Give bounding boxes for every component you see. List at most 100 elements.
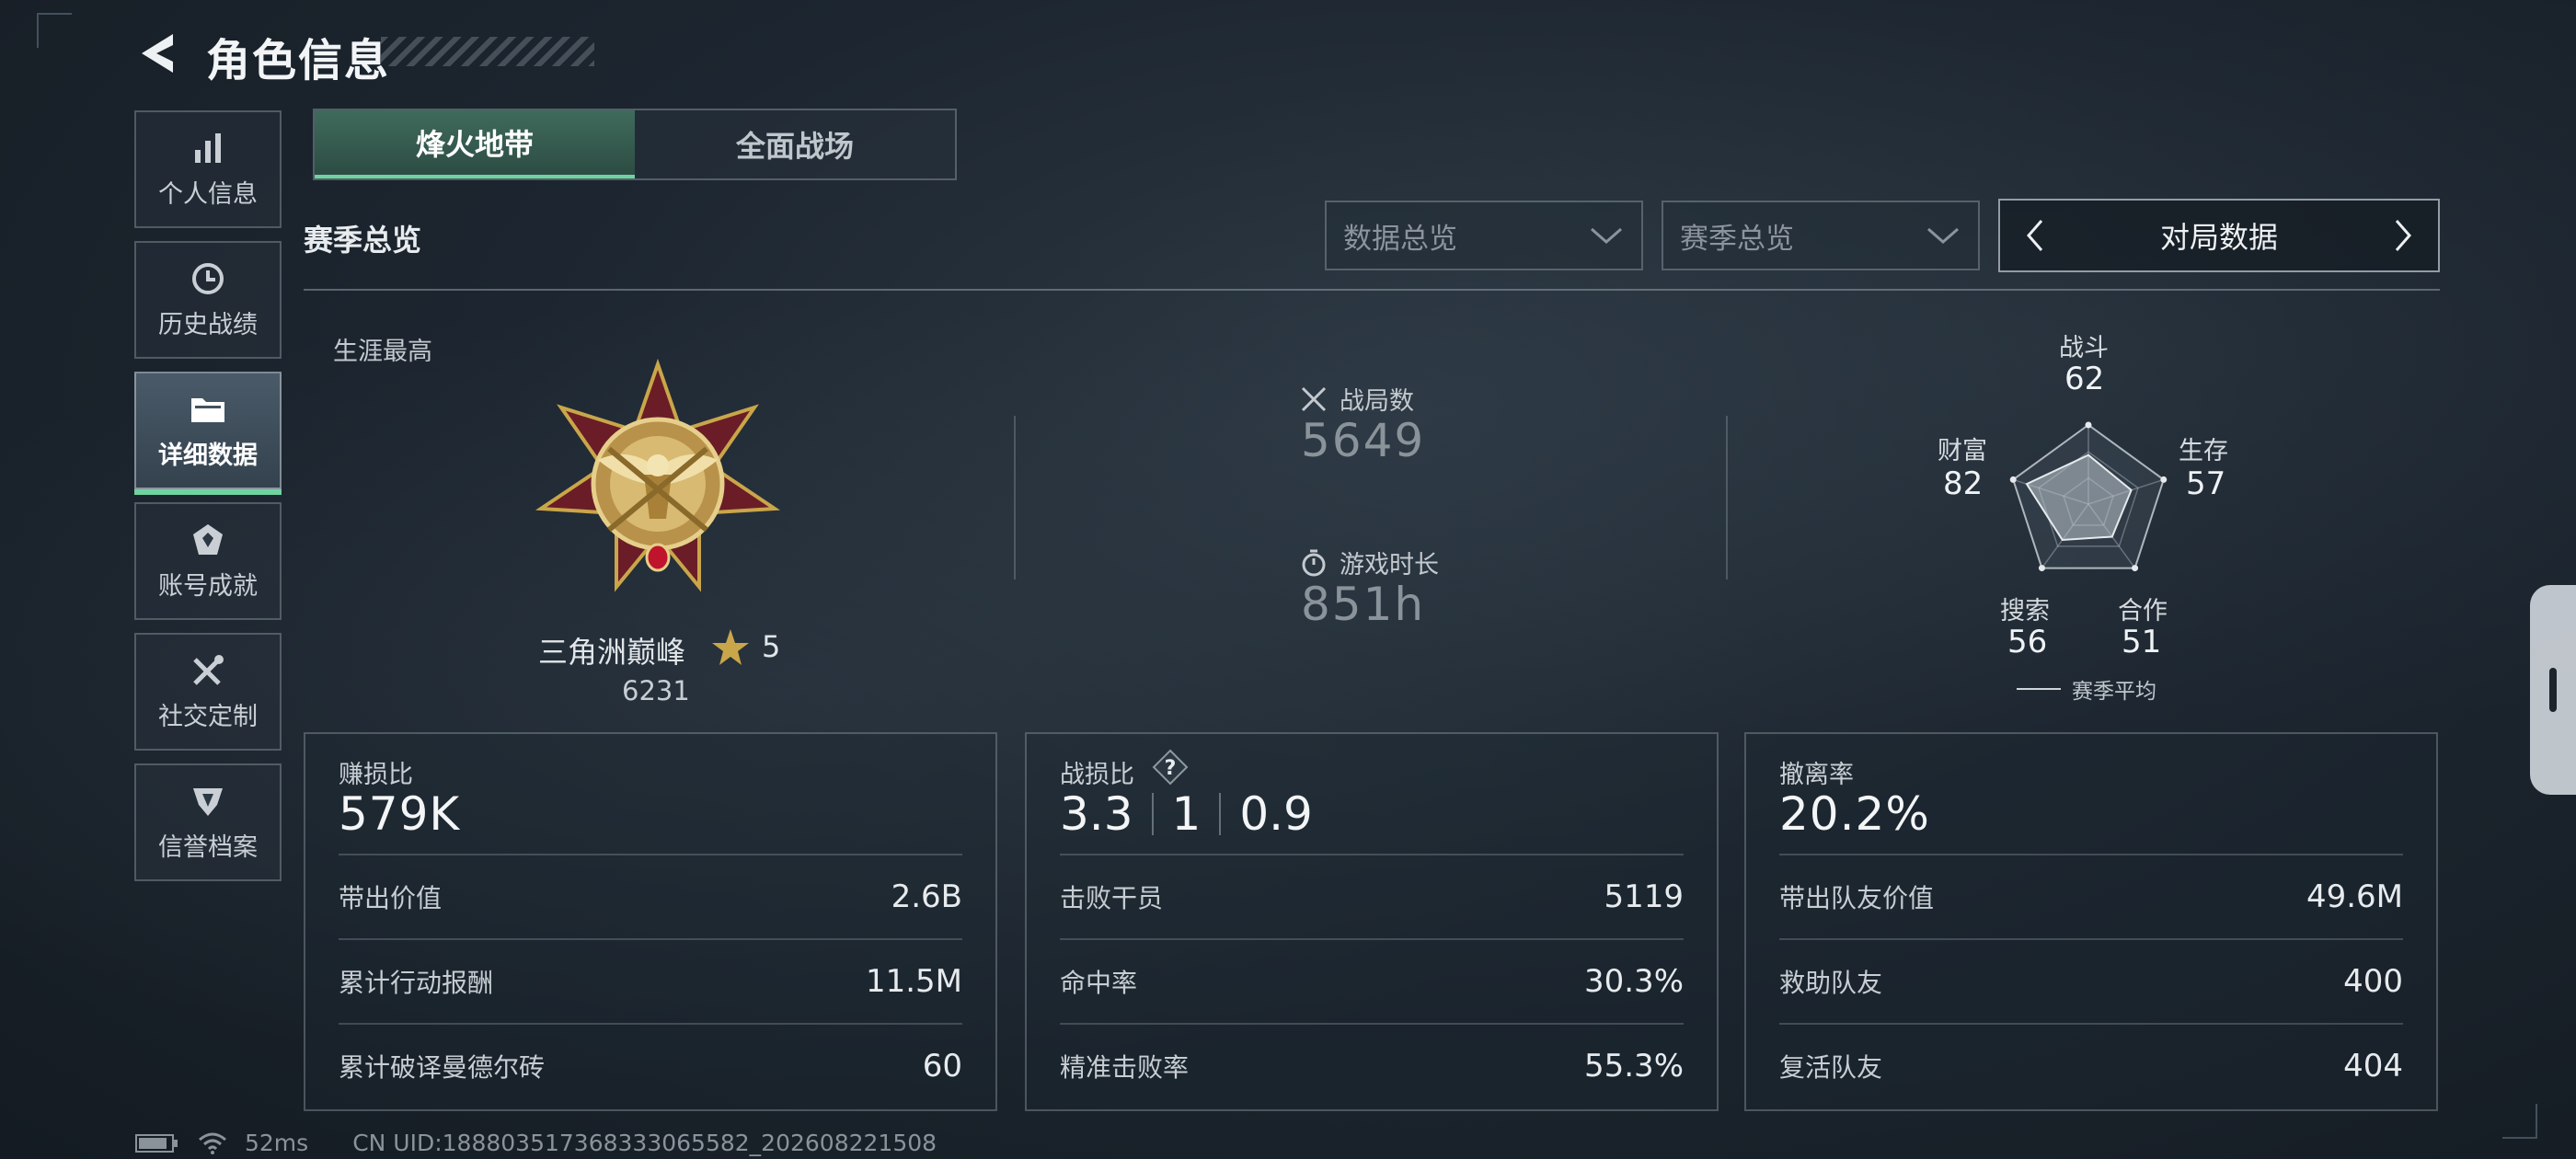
playtime-label: 游戏时长 (1340, 551, 1439, 580)
rank-name: 三角洲巅峰 (538, 635, 686, 670)
status-bar: 52ms CN UID:18880351736833306558​2_20260… (134, 1130, 937, 1156)
rank-level: 5 (762, 629, 781, 664)
sidebar-item-history[interactable]: 历史战绩 (134, 241, 282, 359)
row-key: 带出价值 (339, 883, 443, 913)
list-item: 救助队友 400 (1779, 938, 2403, 1023)
card-value: 20.2% (1779, 787, 1930, 841)
row-key: 救助队友 (1779, 968, 1883, 998)
legend-line (2017, 688, 2061, 690)
list-item: 精准击败率 55.3% (1060, 1023, 1684, 1107)
achievement-icon (193, 523, 223, 555)
card-label: 战损比 (1060, 761, 1134, 789)
radar-vertex (2038, 565, 2045, 572)
card-value: 579K (339, 787, 461, 841)
card-label: 撤离率 (1779, 761, 1854, 789)
row-key: 累计破译曼德尔砖 (339, 1052, 546, 1083)
extract-card: 撤离率 20.2% 带出队友价值 49.6M 救助队友 400 复活队友 404 (1744, 732, 2438, 1111)
battery-icon (135, 1133, 178, 1153)
stopwatch-icon (1302, 549, 1326, 576)
radar-vertex (2132, 565, 2139, 572)
pager-label: 对局数据 (2159, 220, 2278, 255)
crossed-swords-icon (1301, 386, 1327, 411)
sidebar-item-social[interactable]: 社交定制 (134, 633, 282, 751)
tab-battlefield[interactable]: 全面战场 (635, 110, 955, 178)
corner-deco (2502, 1104, 2537, 1139)
divider (1151, 793, 1154, 835)
row-value: 5119 (1604, 878, 1684, 915)
svg-text:?: ? (1165, 757, 1177, 780)
help-icon[interactable]: ? (1152, 749, 1189, 786)
folder-icon (191, 397, 224, 422)
side-drawer-handle[interactable] (2530, 585, 2576, 795)
sidebar-item-achievements[interactable]: 账号成就 (134, 502, 282, 620)
profit-card: 赚损比 579K 带出价值 2.6B 累计行动报酬 11.5M 累计破译曼德尔砖… (304, 732, 997, 1111)
row-value: 60 (922, 1048, 962, 1084)
playtime-value: 851h (1301, 578, 1426, 631)
uid-text: CN UID:18880351736833306558​2_2026082215… (352, 1130, 937, 1156)
shield-icon (193, 787, 223, 816)
sidebar-item-label: 社交定制 (158, 702, 258, 731)
data-overview-dropdown[interactable]: 数据总览 (1325, 201, 1643, 270)
sidebar-item-label: 详细数据 (158, 441, 258, 470)
dropdown-value: 赛季总览 (1680, 222, 1794, 256)
match-data-pager: 对局数据 (1998, 199, 2440, 272)
bar-chart-icon (195, 132, 221, 163)
season-dropdown[interactable]: 赛季总览 (1662, 201, 1980, 270)
sidebar-item-label: 个人信息 (158, 179, 258, 209)
row-value: 55.3% (1583, 1048, 1684, 1084)
row-key: 精准击败率 (1060, 1052, 1190, 1083)
dropdown-value: 数据总览 (1343, 222, 1457, 256)
prev-button[interactable] (2013, 208, 2055, 263)
chevron-left-icon (2027, 220, 2043, 251)
chevron-right-icon (2395, 220, 2411, 251)
divider (304, 289, 2440, 291)
kd-value: 1 (1171, 787, 1202, 841)
title-decoration (381, 37, 594, 66)
radar-legend: 赛季平均 (2072, 680, 2156, 704)
row-key: 击败干员 (1060, 883, 1164, 913)
radar-vertex (2160, 476, 2168, 483)
row-key: 命中率 (1060, 968, 1138, 998)
row-value: 49.6M (2306, 878, 2403, 915)
history-clock-icon (192, 262, 224, 294)
corner-deco (37, 13, 72, 48)
next-button[interactable] (2383, 208, 2425, 263)
back-arrow-icon (142, 34, 173, 73)
chevron-down-icon (1591, 227, 1622, 244)
radar-label-cooperation: 合作 (2118, 597, 2168, 625)
kd-value: 0.9 (1239, 787, 1313, 841)
row-key: 带出队友价值 (1779, 883, 1935, 913)
kd-values: 3.3 1 0.9 (1060, 787, 1313, 841)
matches-label: 战局数 (1340, 387, 1414, 416)
sidebar-item-reputation[interactable]: 信誉档案 (134, 763, 282, 881)
row-key: 复活队友 (1779, 1052, 1883, 1083)
row-value: 30.3% (1583, 963, 1684, 1000)
radar-value-cooperation: 51 (2122, 624, 2162, 660)
row-value: 404 (2343, 1048, 2403, 1084)
row-value: 400 (2343, 963, 2403, 1000)
list-item: 带出队友价值 49.6M (1779, 854, 2403, 938)
list-item: 命中率 30.3% (1060, 938, 1684, 1023)
sidebar-item-details[interactable]: 详细数据 (134, 372, 282, 495)
matches-value: 5649 (1301, 414, 1426, 467)
mode-tabs: 烽火地带 全面战场 (313, 109, 957, 180)
divider (1219, 793, 1222, 835)
radar-chart (2009, 421, 2168, 572)
matches-stat: 战局数 (1299, 381, 1414, 417)
career-best-label: 生涯最高 (333, 338, 432, 366)
sidebar-item-label: 历史战绩 (158, 310, 258, 339)
radar-label-search: 搜索 (2000, 597, 2050, 625)
chevron-down-icon (1927, 227, 1959, 244)
kd-value: 3.3 (1060, 787, 1133, 841)
kd-card: 战损比 ? 3.3 1 0.9 击败干员 5119 命中率 30.3% 精准击败… (1025, 732, 1719, 1111)
sidebar-item-profile[interactable]: 个人信息 (134, 110, 282, 228)
list-item: 带出价值 2.6B (339, 854, 962, 938)
page-title: 角色信息 (206, 35, 391, 86)
list-item: 击败干员 5119 (1060, 854, 1684, 938)
sidebar-item-label: 信誉档案 (158, 832, 258, 862)
tab-warzone[interactable]: 烽火地带 (315, 110, 635, 178)
star-icon (710, 627, 751, 668)
radar-value-search: 56 (2007, 624, 2048, 660)
divider (1726, 416, 1728, 580)
back-button[interactable] (134, 28, 180, 79)
